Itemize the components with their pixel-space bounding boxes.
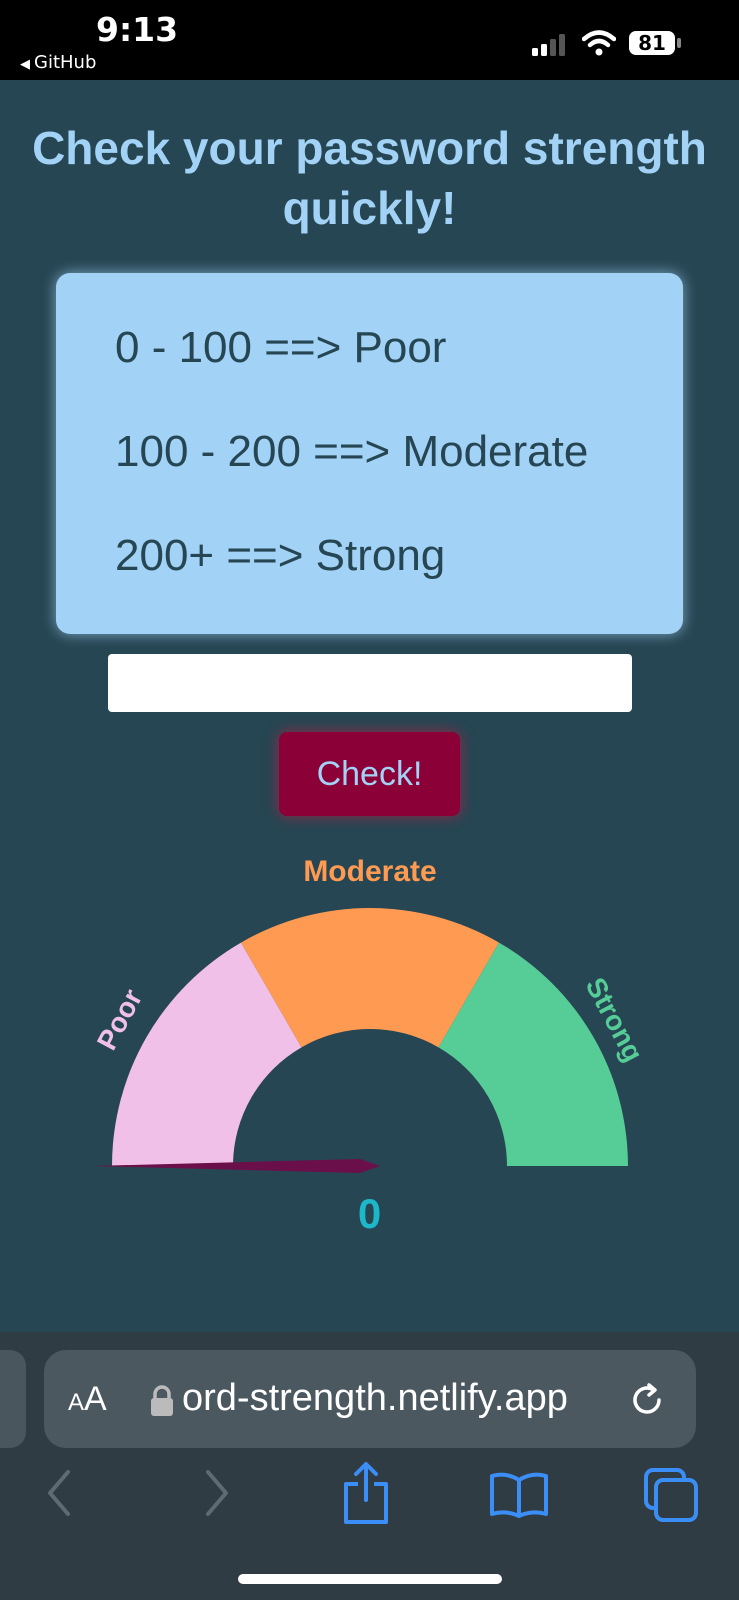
- bookmarks-icon[interactable]: [488, 1470, 550, 1520]
- password-input[interactable]: [108, 654, 632, 712]
- range-poor: 0 - 100 ==> Poor: [115, 323, 447, 372]
- back-arrow-icon[interactable]: [40, 1466, 80, 1520]
- lock-icon: [151, 1385, 173, 1416]
- address-bar[interactable]: AA ord-strength.netlify.app: [44, 1350, 696, 1448]
- check-button[interactable]: Check!: [279, 732, 460, 816]
- back-triangle-icon: ◀: [20, 57, 30, 72]
- back-to-app-link[interactable]: ◀ GitHub: [20, 52, 96, 73]
- range-strong: 200+ ==> Strong: [115, 531, 446, 580]
- status-time: 9:13: [96, 10, 179, 49]
- share-icon[interactable]: [340, 1460, 392, 1526]
- reload-icon[interactable]: [628, 1380, 668, 1420]
- reader-settings-button[interactable]: AA: [68, 1380, 107, 1419]
- status-bar: 9:13 ◀ GitHub 81: [0, 0, 739, 80]
- aa-small-letter: A: [68, 1389, 85, 1416]
- page-title: Check your password strength quickly!: [0, 118, 739, 238]
- home-indicator: [238, 1574, 502, 1584]
- battery-percent: 81: [638, 31, 666, 55]
- strength-gauge: Moderate Poor Strong: [91, 855, 649, 1173]
- back-app-label: GitHub: [34, 52, 97, 73]
- wifi-icon: [582, 30, 616, 56]
- tabs-icon[interactable]: [642, 1466, 700, 1524]
- page-title-line1: Check your password strength: [32, 122, 707, 174]
- page-title-line2: quickly!: [282, 182, 457, 234]
- strength-ranges-card: 0 - 100 ==> Poor 100 - 200 ==> Moderate …: [56, 273, 683, 634]
- range-moderate: 100 - 200 ==> Moderate: [115, 427, 589, 476]
- forward-arrow-icon[interactable]: [196, 1466, 236, 1520]
- aa-large-letter: A: [84, 1380, 107, 1418]
- browser-toolbar: AA ord-strength.netlify.app: [0, 1332, 739, 1600]
- score-value: 0: [357, 1190, 382, 1237]
- cellular-signal-icon: [532, 34, 565, 56]
- url-text: ord-strength.netlify.app: [182, 1377, 568, 1419]
- previous-tab-edge[interactable]: [0, 1350, 26, 1448]
- gauge-label-moderate: Moderate: [303, 855, 436, 888]
- gauge-label-poor: Poor: [91, 984, 148, 1055]
